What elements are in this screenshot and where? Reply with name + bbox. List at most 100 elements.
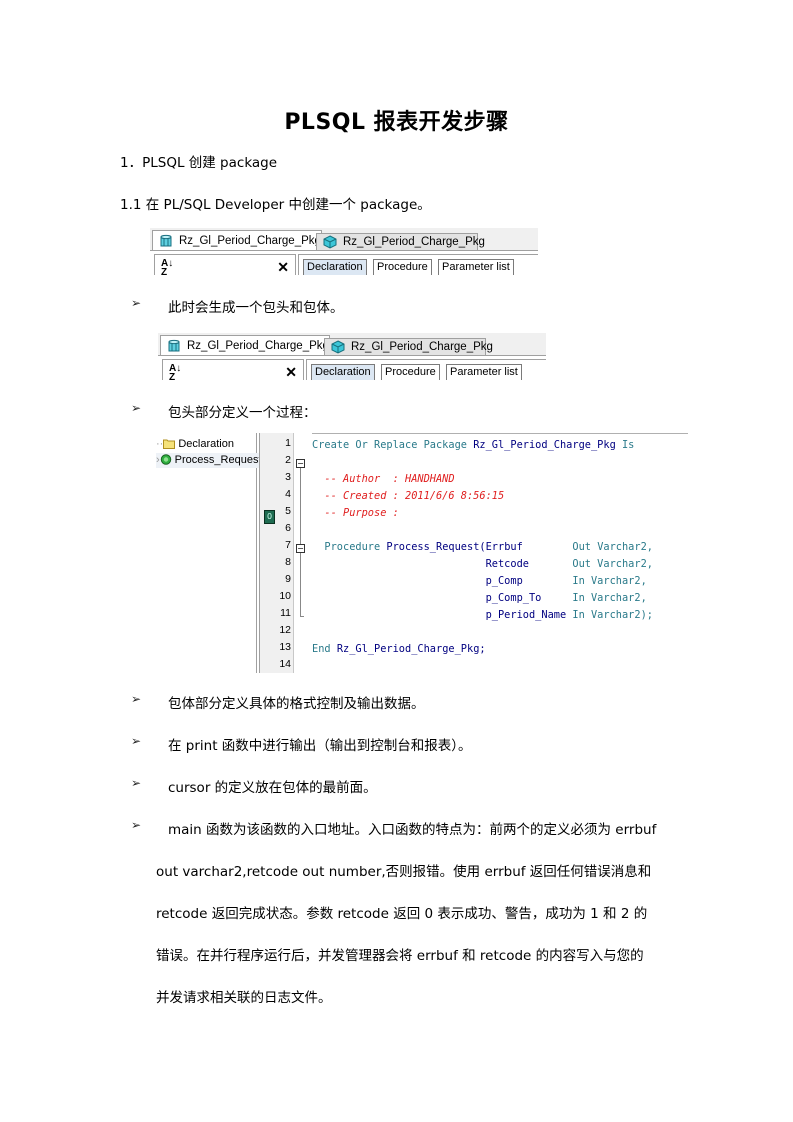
- parameter-list-button[interactable]: Parameter list: [438, 259, 514, 275]
- bullet-text: 在 print 函数中进行输出（输出到控制台和报表）。: [168, 738, 472, 754]
- sort-pane: A↓ Z ✕: [162, 359, 304, 380]
- code-line: Procedure Process_Request(Errbuf Out Var…: [312, 539, 653, 556]
- tab-package-spec[interactable]: Rz_Gl_Period_Charge_Pkg: [160, 335, 330, 356]
- code-token: p_Period_Name: [312, 609, 573, 621]
- code-token: p_Comp: [312, 575, 573, 587]
- line-number: 7: [285, 539, 291, 551]
- package-spec-icon: [160, 234, 172, 247]
- bullet-text: 此时会生成一个包头和包体。: [168, 300, 344, 316]
- close-icon[interactable]: ✕: [285, 364, 297, 380]
- bullet-arrow-icon: ➢: [131, 818, 142, 832]
- object-tree: ·· Declaration › Process_Request: [148, 433, 262, 673]
- section-heading-1: 1．PLSQL 创建 package: [120, 155, 278, 171]
- code-line: End Rz_Gl_Period_Charge_Pkg;: [312, 641, 486, 658]
- folder-icon: [163, 439, 176, 449]
- code-line: Create Or Replace Package Rz_Gl_Period_C…: [312, 437, 634, 454]
- bullet-arrow-icon: ➢: [131, 401, 142, 415]
- line-number: 10: [279, 590, 291, 602]
- code-line: -- Purpose :: [312, 505, 399, 522]
- code-token: Out Varchar2,: [572, 541, 653, 553]
- bullet-arrow-icon: ➢: [131, 692, 142, 706]
- sort-pane: A↓ Z ✕: [154, 254, 296, 275]
- line-number: 11: [280, 607, 291, 619]
- code-token: End: [312, 643, 337, 655]
- close-icon[interactable]: ✕: [277, 259, 289, 275]
- code-token: Retcode: [312, 558, 573, 570]
- line-number-gutter: 1 2 3 4 5 6 7 8 9 10 11 12 13 14: [259, 433, 294, 673]
- code-token: -- Created : 2011/6/6 8:56:15: [312, 490, 505, 502]
- paragraph-line: 错误。在并行程序运行后，并发管理器会将 errbuf 和 retcode 的内容…: [156, 948, 644, 964]
- bullet-arrow-icon: ➢: [131, 734, 142, 748]
- tab-strip-screenshot-2: Rz_Gl_Period_Charge_Pkg Rz_Gl_Period_Cha…: [158, 333, 546, 380]
- bullet-text: 包体部分定义具体的格式控制及输出数据。: [168, 696, 425, 712]
- bullet-text: 包头部分定义一个过程：: [168, 405, 317, 421]
- line-number: 4: [285, 488, 291, 500]
- code-token: Out Varchar2,: [572, 558, 653, 570]
- code-token: Rz_Gl_Period_Charge_Pkg: [473, 439, 622, 451]
- procedure-button[interactable]: Procedure: [373, 259, 432, 275]
- package-body-icon: [323, 235, 337, 249]
- tab-label: Rz_Gl_Period_Charge_Pkg: [187, 340, 329, 352]
- line-number: 8: [285, 556, 291, 568]
- code-token: Process_Request(Errbuf: [386, 541, 573, 553]
- paragraph-line: retcode 返回完成状态。参数 retcode 返回 0 表示成功、警告，成…: [156, 906, 648, 922]
- code-line: Retcode Out Varchar2,: [312, 556, 653, 573]
- fold-toggle-icon[interactable]: −: [296, 544, 305, 553]
- paragraph-line: out varchar2,retcode out number,否则报错。使用 …: [156, 864, 652, 880]
- code-token: p_Comp_To: [312, 592, 573, 604]
- tab-package-body[interactable]: Rz_Gl_Period_Charge_Pkg: [316, 233, 485, 251]
- tab-label: Rz_Gl_Period_Charge_Pkg: [351, 341, 493, 353]
- line-number: 9: [285, 573, 291, 585]
- tab-label: Rz_Gl_Period_Charge_Pkg: [343, 236, 485, 248]
- tab-package-spec[interactable]: Rz_Gl_Period_Charge_Pkg: [152, 230, 322, 251]
- paragraph-line: 并发请求相关联的日志文件。: [156, 990, 332, 1006]
- tree-item-process-request[interactable]: › Process_Request: [156, 453, 262, 468]
- line-number: 14: [279, 658, 291, 670]
- package-body-icon: [331, 340, 345, 354]
- tree-item-label: Declaration: [178, 438, 234, 450]
- bullet-text: main 函数为该函数的入口地址。入口函数的特点为：前两个的定义必须为 errb…: [168, 822, 657, 838]
- code-line: p_Comp In Varchar2,: [312, 573, 647, 590]
- section-heading-1-1: 1.1 在 PL/SQL Developer 中创建一个 package。: [120, 197, 431, 213]
- procedure-button[interactable]: Procedure: [381, 364, 440, 380]
- code-line: -- Author : HANDHAND: [312, 471, 455, 488]
- tab-strip-screenshot-1: Rz_Gl_Period_Charge_Pkg Rz_Gl_Period_Cha…: [150, 228, 538, 275]
- fold-margin: − −: [294, 433, 308, 673]
- code-token: Create Or Replace Package: [312, 439, 474, 451]
- line-number: 2: [285, 454, 291, 466]
- declaration-button[interactable]: Declaration: [311, 364, 375, 380]
- line-number: 3: [285, 471, 291, 483]
- code-token: In Varchar2,: [572, 575, 647, 587]
- code-token: In Varchar2,: [572, 592, 647, 604]
- tab-label: Rz_Gl_Period_Charge_Pkg: [179, 235, 321, 247]
- code-token: -- Purpose :: [312, 507, 399, 519]
- parameter-list-button[interactable]: Parameter list: [446, 364, 522, 380]
- code-token: Is: [621, 439, 635, 451]
- tree-item-declaration[interactable]: ·· Declaration: [156, 437, 234, 452]
- line-number: 13: [279, 641, 291, 653]
- code-line: p_Period_Name In Varchar2);: [312, 607, 653, 624]
- line-number: 12: [279, 624, 291, 636]
- code-token: In Varchar2);: [572, 609, 653, 621]
- code-editor-screenshot: ·· Declaration › Process_Request 123456789…: [148, 433, 688, 673]
- sort-alpha-icon[interactable]: A↓ Z: [161, 259, 173, 276]
- code-token: -- Author : HANDHAND: [312, 473, 455, 485]
- code-line: p_Comp_To In Varchar2,: [312, 590, 647, 607]
- declaration-button[interactable]: Declaration: [303, 259, 367, 275]
- line-number: 1: [285, 437, 291, 449]
- code-area[interactable]: Create Or Replace Package Rz_Gl_Period_C…: [312, 433, 688, 674]
- tree-item-label: Process_Request: [174, 454, 262, 466]
- bullet-arrow-icon: ➢: [131, 776, 142, 790]
- bookmark-icon[interactable]: 0: [264, 510, 275, 524]
- bullet-arrow-icon: ➢: [131, 296, 142, 310]
- code-token: Rz_Gl_Period_Charge_Pkg;: [336, 643, 486, 655]
- bullet-text: cursor 的定义放在包体的最前面。: [168, 780, 377, 796]
- fold-toggle-icon[interactable]: −: [296, 459, 305, 468]
- sort-alpha-icon[interactable]: A↓ Z: [169, 364, 181, 381]
- package-spec-icon: [168, 339, 180, 352]
- document-title: PLSQL 报表开发步骤: [284, 110, 509, 135]
- code-line: -- Created : 2011/6/6 8:56:15: [312, 488, 504, 505]
- code-token: Procedure: [312, 541, 387, 553]
- tab-package-body[interactable]: Rz_Gl_Period_Charge_Pkg: [324, 338, 493, 356]
- procedure-icon: [160, 454, 171, 465]
